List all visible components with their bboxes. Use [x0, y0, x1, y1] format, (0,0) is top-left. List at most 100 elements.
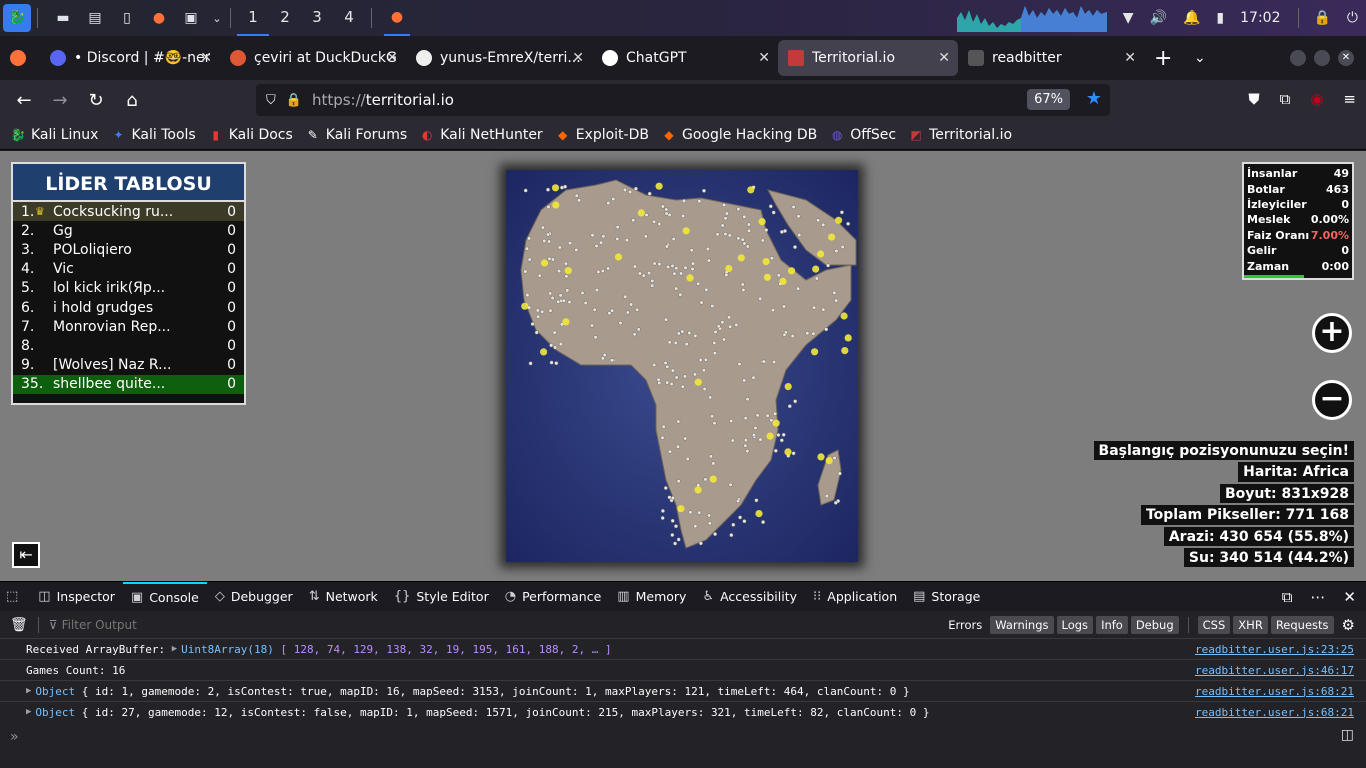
spawn-dot[interactable]	[811, 331, 816, 336]
player-spawn-dot[interactable]	[755, 510, 763, 518]
player-spawn-dot[interactable]	[540, 259, 549, 267]
spawn-dot[interactable]	[674, 286, 679, 291]
spawn-dot[interactable]	[643, 234, 648, 239]
spawn-dot[interactable]	[740, 282, 745, 287]
spawn-dot[interactable]	[797, 233, 802, 238]
spawn-dot[interactable]	[669, 381, 674, 386]
player-spawn-dot[interactable]	[812, 265, 820, 273]
spawn-dot[interactable]	[553, 345, 558, 350]
workspace-4[interactable]: 4	[333, 0, 365, 36]
spawn-dot[interactable]	[673, 524, 678, 529]
filter-debug[interactable]: Debug	[1130, 615, 1179, 634]
spawn-dot[interactable]	[657, 380, 662, 385]
player-spawn-dot[interactable]	[844, 334, 852, 342]
spawn-dot[interactable]	[727, 315, 732, 320]
spawn-dot[interactable]	[727, 233, 732, 238]
spawn-dot[interactable]	[631, 218, 636, 223]
chevron-down-icon[interactable]: ⌄	[210, 6, 224, 30]
spawn-dot[interactable]	[657, 262, 662, 267]
spawn-dot[interactable]	[720, 223, 725, 228]
spawn-dot[interactable]	[589, 323, 594, 328]
spawn-dot[interactable]	[734, 322, 739, 327]
spawn-dot[interactable]	[657, 222, 662, 227]
spawn-dot[interactable]	[760, 238, 765, 243]
firefox-window-icon[interactable]: ●	[384, 0, 410, 36]
forward-arrow-icon[interactable]: →	[42, 90, 78, 111]
tab-discord[interactable]: • Discord | #🤓-nerd ✕	[40, 40, 220, 76]
spawn-dot[interactable]	[790, 334, 795, 339]
spawn-dot[interactable]	[635, 307, 640, 312]
log-source-link[interactable]: readbitter.user.js:68:21	[1195, 706, 1354, 719]
spawn-dot[interactable]	[528, 361, 533, 366]
spawn-dot[interactable]	[745, 397, 750, 402]
spawn-dot[interactable]	[697, 199, 702, 204]
spawn-dot[interactable]	[713, 329, 718, 334]
workspace-2[interactable]: 2	[269, 0, 301, 36]
spawn-dot[interactable]	[703, 357, 708, 362]
spawn-dot[interactable]	[660, 435, 665, 440]
close-icon[interactable]: ✕	[1343, 588, 1356, 606]
dock-icon[interactable]: ⧉	[1282, 588, 1293, 606]
zoom-in-button[interactable]: +	[1312, 313, 1352, 353]
spawn-dot[interactable]	[738, 515, 743, 520]
spawn-dot[interactable]	[720, 320, 725, 325]
log-entry[interactable]: Received ArrayBuffer: ▶ Uint8Array(18) [ …	[0, 639, 1366, 660]
spawn-dot[interactable]	[832, 290, 837, 295]
spawn-dot[interactable]	[708, 395, 713, 400]
player-spawn-dot[interactable]	[682, 227, 690, 235]
spawn-dot[interactable]	[663, 317, 668, 322]
player-spawn-dot[interactable]	[828, 233, 836, 241]
workspace-1[interactable]: 1	[237, 0, 269, 36]
spawn-dot[interactable]	[846, 221, 851, 226]
spawn-dot[interactable]	[672, 271, 677, 276]
spawn-dot[interactable]	[542, 238, 547, 243]
spawn-dot[interactable]	[593, 335, 598, 340]
spawn-dot[interactable]	[632, 264, 637, 269]
tab-accessibility[interactable]: ♿ Accessibility	[694, 582, 805, 612]
spawn-dot[interactable]	[698, 541, 703, 546]
spawn-dot[interactable]	[745, 244, 750, 249]
spawn-dot[interactable]	[676, 419, 681, 424]
tab-duckduckgo[interactable]: çeviri at DuckDuckGo ✕	[220, 40, 406, 76]
wifi-icon[interactable]: ▼	[1123, 10, 1134, 26]
spawn-dot[interactable]	[781, 432, 786, 437]
spawn-dot[interactable]	[791, 451, 796, 456]
spawn-dot[interactable]	[711, 461, 716, 466]
extensions-icon[interactable]: ⧉	[1280, 90, 1291, 108]
spawn-dot[interactable]	[782, 304, 787, 309]
spawn-dot[interactable]	[525, 246, 530, 251]
spawn-dot[interactable]	[723, 232, 728, 237]
spawn-dot[interactable]	[580, 290, 585, 295]
spawn-dot[interactable]	[793, 245, 798, 250]
spawn-dot[interactable]	[673, 541, 678, 546]
pick-element-icon[interactable]: ⬚	[0, 582, 30, 612]
spawn-dot[interactable]	[776, 273, 781, 278]
spawn-dot[interactable]	[678, 271, 683, 276]
home-icon[interactable]: ⌂	[114, 90, 150, 111]
terminal-icon[interactable]: ▣	[178, 6, 204, 30]
spawn-dot[interactable]	[632, 332, 637, 337]
spawn-dot[interactable]	[741, 287, 746, 292]
player-spawn-dot[interactable]	[614, 253, 623, 261]
spawn-dot[interactable]	[796, 214, 801, 219]
bookmark-kali-docs[interactable]: ▮ Kali Docs	[208, 127, 292, 143]
tab-territorial[interactable]: Territorial.io ✕	[778, 40, 958, 76]
filter-requests[interactable]: Requests	[1270, 615, 1334, 634]
spawn-dot[interactable]	[690, 267, 695, 272]
address-bar[interactable]: ⛉ 🔒 https://territorial.io 67% ★	[256, 84, 1110, 116]
spawn-dot[interactable]	[712, 421, 717, 426]
spawn-dot[interactable]	[534, 330, 539, 335]
africa-map[interactable]	[506, 170, 858, 562]
tab-console[interactable]: ▣ Console	[122, 581, 207, 612]
spawn-dot[interactable]	[564, 274, 569, 279]
spawn-dot[interactable]	[697, 510, 702, 515]
spawn-dot[interactable]	[834, 298, 839, 303]
spawn-dot[interactable]	[693, 333, 698, 338]
spawn-dot[interactable]	[624, 238, 629, 243]
player-spawn-dot[interactable]	[521, 302, 529, 310]
tab-inspector[interactable]: ◫ Inspector	[30, 582, 123, 612]
spawn-dot[interactable]	[751, 375, 756, 380]
filter-css[interactable]: CSS	[1197, 615, 1231, 634]
spawn-dot[interactable]	[688, 510, 693, 515]
spawn-dot[interactable]	[647, 271, 652, 276]
